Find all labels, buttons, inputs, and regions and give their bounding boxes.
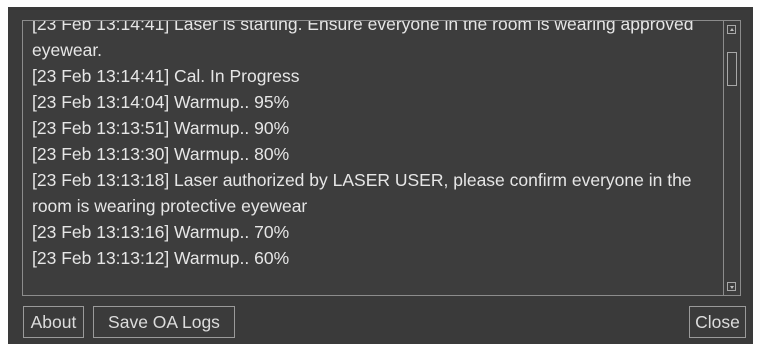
scrollbar-thumb[interactable] xyxy=(727,52,737,86)
close-button[interactable]: Close xyxy=(689,306,746,338)
scroll-down-arrow-icon[interactable] xyxy=(727,282,736,291)
log-entry: [23 Feb 13:14:41] Cal. In Progress xyxy=(32,66,300,86)
log-entries: [23 Feb 13:14:41] Laser is starting. Ens… xyxy=(32,20,722,271)
log-entry: [23 Feb 13:13:51] Warmup.. 90% xyxy=(32,118,290,138)
log-entry: [23 Feb 13:13:16] Warmup.. 70% xyxy=(32,222,290,242)
save-oa-logs-button[interactable]: Save OA Logs xyxy=(93,306,235,338)
scroll-up-arrow-icon[interactable] xyxy=(727,25,736,34)
log-entry: [23 Feb 13:13:12] Warmup.. 60% xyxy=(32,248,290,268)
log-text-area[interactable]: [23 Feb 13:14:41] Laser is starting. Ens… xyxy=(22,20,741,296)
vertical-scrollbar[interactable] xyxy=(723,21,740,295)
about-button[interactable]: About xyxy=(23,306,84,338)
log-entry: [23 Feb 13:14:04] Warmup.. 95% xyxy=(32,92,290,112)
log-entry: [23 Feb 13:13:30] Warmup.. 80% xyxy=(32,144,290,164)
log-entry: [23 Feb 13:14:41] Laser is starting. Ens… xyxy=(32,20,694,60)
log-dialog: [23 Feb 13:14:41] Laser is starting. Ens… xyxy=(8,7,753,344)
log-entry: [23 Feb 13:13:18] Laser authorized by LA… xyxy=(32,170,692,216)
